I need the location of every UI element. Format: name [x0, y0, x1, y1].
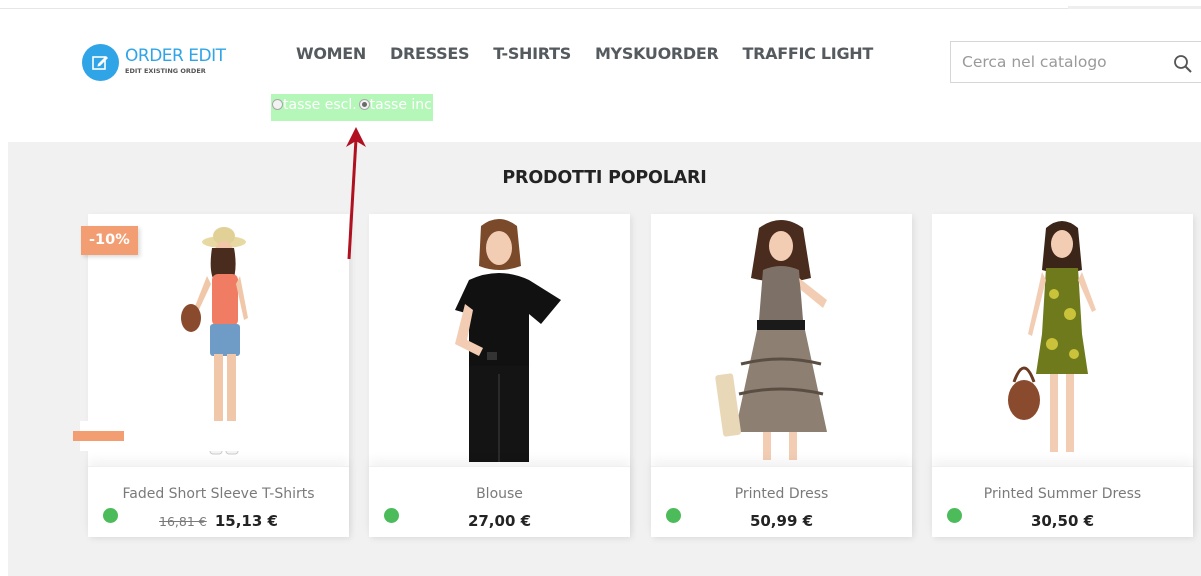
product-info: Blouse 27,00 € — [369, 466, 630, 537]
product-info: Printed Summer Dress 30,50 € — [932, 466, 1193, 537]
search-input[interactable] — [951, 42, 1161, 82]
product-info: Printed Dress 50,99 € — [651, 466, 912, 537]
logo[interactable]: ORDER EDIT EDIT EXISTING ORDER — [82, 44, 232, 84]
tax-toggle: tasse escl. tasse incl. — [271, 94, 440, 121]
product-image[interactable] — [651, 214, 912, 466]
main-nav: WOMEN DRESSES T-SHIRTS MYSKUORDER TRAFFI… — [296, 44, 897, 63]
product-price: 30,50 € — [1030, 512, 1095, 530]
product-price: 50,99 € — [749, 512, 814, 530]
product-price-row: 27,00 € — [369, 511, 630, 530]
product-name[interactable]: Printed Dress — [651, 486, 912, 502]
product-card[interactable]: Blouse 27,00 € — [369, 214, 630, 537]
product-price-row: 16,81 € 15,13 € — [88, 511, 349, 530]
product-price: 15,13 € — [214, 512, 278, 530]
product-image[interactable] — [932, 214, 1193, 466]
nav-item-dresses[interactable]: DRESSES — [390, 44, 470, 63]
product-image[interactable] — [369, 214, 630, 466]
regular-price: 16,81 € — [159, 514, 207, 529]
product-price-row: 50,99 € — [651, 511, 912, 530]
product-name[interactable]: Faded Short Sleeve T-Shirts — [88, 486, 349, 502]
product-name[interactable]: Blouse — [369, 486, 630, 502]
search-box — [950, 41, 1201, 83]
radio-tax-excl-label: tasse escl. — [283, 96, 357, 113]
nav-item-traffic-light[interactable]: TRAFFIC LIGHT — [743, 44, 874, 63]
nav-item-t-shirts[interactable]: T-SHIRTS — [493, 44, 571, 63]
main-content: PRODOTTI POPOLARI -10% Faded Short Sleev… — [8, 142, 1201, 576]
logo-subtitle: EDIT EXISTING ORDER — [125, 67, 206, 75]
product-card[interactable]: Printed Dress 50,99 € — [651, 214, 912, 537]
nav-item-women[interactable]: WOMEN — [296, 44, 366, 63]
radio-tax-excl[interactable] — [272, 99, 283, 110]
nav-item-myskuorder[interactable]: MYSKUORDER — [595, 44, 719, 63]
discount-badge: -10% — [81, 226, 138, 255]
product-card-partial[interactable] — [73, 421, 341, 451]
product-name[interactable]: Printed Summer Dress — [932, 486, 1193, 502]
search-icon[interactable] — [1173, 54, 1193, 74]
section-title: PRODOTTI POPOLARI — [502, 168, 707, 188]
edit-icon — [82, 44, 119, 81]
discount-badge-partial — [73, 431, 124, 441]
product-card[interactable]: Printed Summer Dress 30,50 € — [932, 214, 1193, 537]
product-card[interactable]: -10% Faded Short Sleeve T-Shirts 16,81 €… — [81, 214, 349, 537]
annotation-arrow-icon — [346, 127, 366, 260]
radio-tax-incl[interactable] — [358, 99, 370, 110]
radio-tax-incl-label: tasse incl. — [369, 96, 441, 113]
product-price-row: 30,50 € — [932, 511, 1193, 530]
product-info: Faded Short Sleeve T-Shirts 16,81 € 15,1… — [88, 466, 349, 537]
logo-title: ORDER EDIT — [125, 46, 226, 66]
product-price: 27,00 € — [467, 512, 532, 530]
